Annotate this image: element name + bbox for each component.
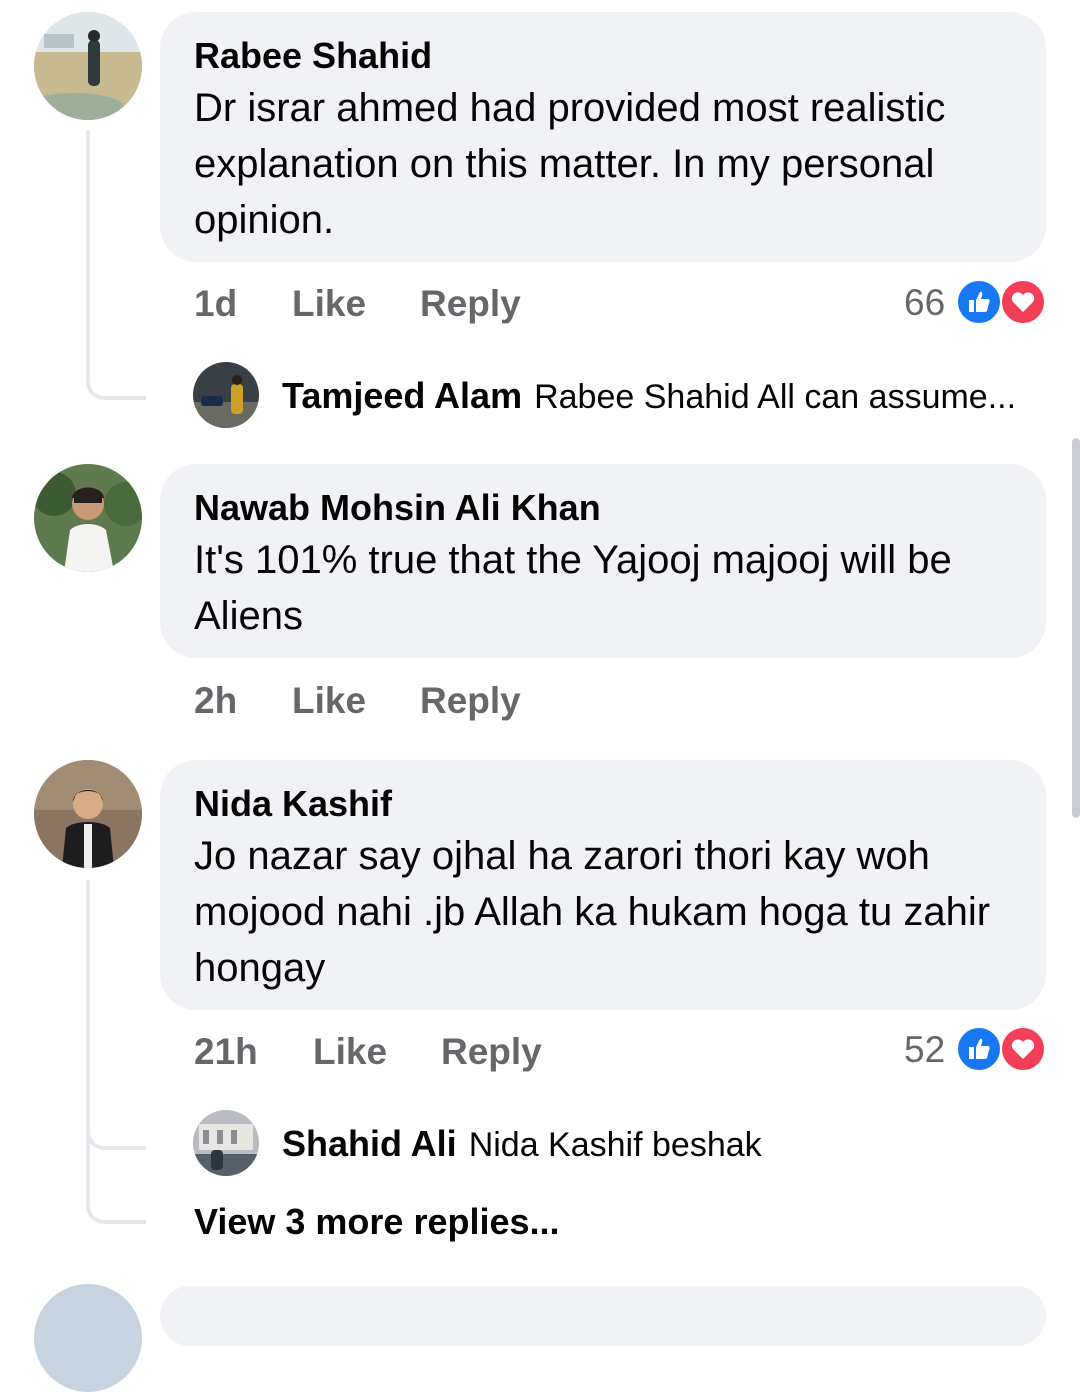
comment-author[interactable]: Rabee Shahid — [194, 34, 1016, 78]
comment-timestamp[interactable]: 21h — [194, 1030, 258, 1074]
reply-button[interactable]: Reply — [420, 282, 521, 326]
reply-text: Nida Kashif beshak — [468, 1126, 762, 1164]
comment-bubble[interactable]: Nawab Mohsin Ali Khan It's 101% true tha… — [160, 464, 1046, 658]
avatar-shahid-ali[interactable] — [193, 1110, 259, 1176]
like-button[interactable]: Like — [313, 1030, 387, 1074]
comment-bubble[interactable]: Nida Kashif Jo nazar say ojhal ha zarori… — [160, 760, 1046, 1010]
reply-row[interactable]: Shahid Ali Nida Kashif beshak — [282, 1122, 762, 1167]
comment-timestamp[interactable]: 2h — [194, 679, 237, 723]
reply-button[interactable]: Reply — [441, 1030, 542, 1074]
comment-bubble-partial[interactable] — [160, 1286, 1046, 1346]
thread-connector — [86, 1140, 146, 1224]
avatar-nawab-mohsin-ali-khan[interactable] — [34, 464, 142, 572]
like-reaction-icon — [956, 1026, 1002, 1072]
love-reaction-icon — [1000, 279, 1046, 325]
reply-button[interactable]: Reply — [420, 679, 521, 723]
avatar-nida-kashif[interactable] — [34, 760, 142, 868]
comment-text: It's 101% true that the Yajooj majooj wi… — [194, 538, 952, 638]
thread-connector — [86, 330, 146, 400]
comment-actions: 2h Like Reply — [194, 679, 594, 723]
thread-line — [86, 130, 90, 360]
comment-timestamp[interactable]: 1d — [194, 282, 237, 326]
reaction-count[interactable]: 66 — [904, 281, 945, 325]
reply-text: Rabee Shahid All can assume... — [534, 378, 1017, 416]
comment-text: Dr israr ahmed had provided most realist… — [194, 86, 946, 242]
reply-author[interactable]: Shahid Ali — [282, 1123, 457, 1164]
comment-author[interactable]: Nida Kashif — [194, 782, 1016, 826]
scrollbar[interactable] — [1072, 438, 1080, 818]
comment-author[interactable]: Nawab Mohsin Ali Khan — [194, 486, 1016, 530]
comment-actions: 21h Like Reply — [194, 1030, 614, 1074]
comment-text: Jo nazar say ojhal ha zarori thori kay w… — [194, 834, 991, 990]
love-reaction-icon — [1000, 1026, 1046, 1072]
reaction-icons[interactable] — [956, 279, 1046, 325]
view-more-replies-link[interactable]: View 3 more replies... — [194, 1200, 560, 1244]
like-reaction-icon — [956, 279, 1002, 325]
avatar-tamjeed-alam[interactable] — [193, 362, 259, 428]
reply-author[interactable]: Tamjeed Alam — [282, 375, 522, 416]
comment-actions: 1d Like Reply — [194, 282, 594, 326]
reaction-count[interactable]: 52 — [904, 1028, 945, 1072]
like-button[interactable]: Like — [292, 282, 366, 326]
like-button[interactable]: Like — [292, 679, 366, 723]
avatar-next-comment[interactable] — [34, 1284, 142, 1392]
reaction-icons[interactable] — [956, 1026, 1046, 1072]
avatar-rabee-shahid[interactable] — [34, 12, 142, 120]
comment-bubble[interactable]: Rabee Shahid Dr israr ahmed had provided… — [160, 12, 1046, 262]
reply-row[interactable]: Tamjeed Alam Rabee Shahid All can assume.… — [282, 374, 1016, 419]
